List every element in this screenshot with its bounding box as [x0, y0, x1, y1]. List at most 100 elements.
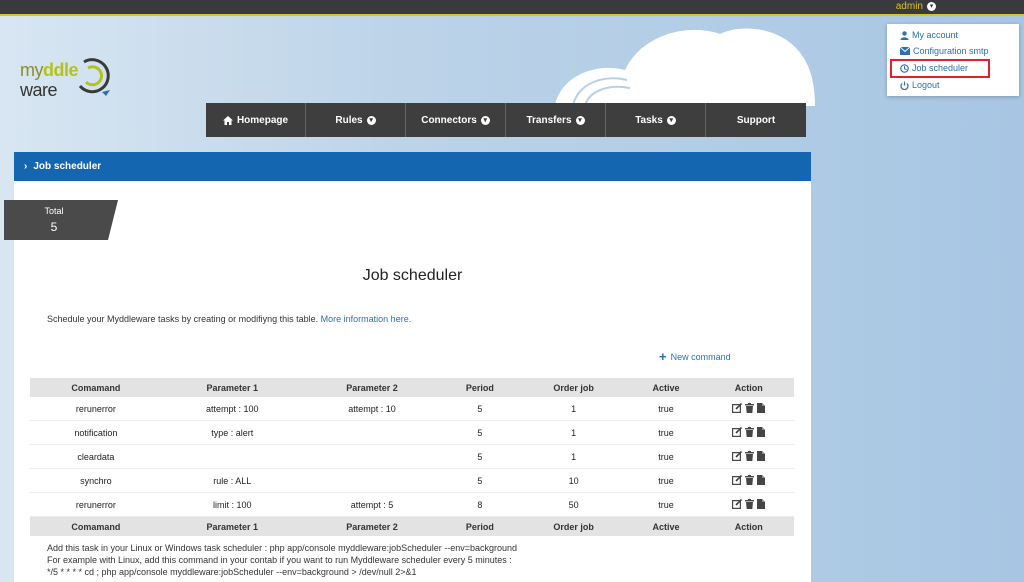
edit-icon[interactable]	[732, 498, 743, 509]
power-icon	[900, 81, 909, 90]
cell-parameter-2: attempt : 5	[302, 492, 442, 517]
cell-order-job: 1	[518, 420, 629, 445]
trash-icon[interactable]	[745, 450, 755, 461]
clock-icon	[900, 63, 909, 73]
cell-command: rerunerror	[30, 492, 162, 517]
nav-transfers[interactable]: Transfers ▾	[506, 103, 606, 137]
new-command-button[interactable]: + New command	[659, 349, 731, 364]
menu-item-label: Configuration smtp	[913, 46, 989, 56]
cell-command: cleardata	[30, 444, 162, 469]
breadcrumb: › Job scheduler	[14, 152, 811, 181]
table-row: synchro rule : ALL 5 10 true	[30, 468, 794, 493]
cell-active: true	[628, 444, 704, 469]
table-header-row: Comamand Parameter 1 Parameter 2 Period …	[30, 378, 794, 397]
edit-icon[interactable]	[732, 402, 743, 413]
admin-username: admin	[895, 1, 923, 12]
cell-parameter-2	[302, 420, 442, 445]
admin-menu-toggle[interactable]: admin ▾	[896, 1, 936, 12]
col-command: Comamand	[30, 516, 162, 536]
new-command-label: New command	[670, 352, 731, 362]
myddleware-logo[interactable]: myddle ware	[20, 52, 120, 108]
cell-parameter-1	[161, 444, 303, 469]
more-information-link[interactable]: More information here.	[321, 314, 412, 324]
nav-homepage-label: Homepage	[236, 114, 289, 126]
menu-item-logout[interactable]: Logout	[900, 78, 940, 92]
document-icon[interactable]	[757, 450, 766, 461]
cell-command: synchro	[30, 468, 162, 493]
col-period: Period	[441, 378, 519, 397]
table-row: cleardata 5 1 true	[30, 444, 794, 469]
nav-connectors[interactable]: Connectors ▾	[406, 103, 506, 137]
col-action: Action	[703, 378, 794, 397]
document-icon[interactable]	[757, 402, 766, 413]
cell-period: 5	[441, 397, 519, 421]
logo-text-top: myddle	[20, 60, 79, 80]
table-row: rerunerror attempt : 100 attempt : 10 5 1 tru…	[30, 397, 794, 421]
cell-period: 5	[441, 420, 519, 445]
cell-parameter-1: limit : 100	[161, 492, 303, 517]
col-action: Action	[703, 516, 794, 536]
menu-item-label: Logout	[912, 80, 940, 90]
cell-parameter-2	[302, 444, 442, 469]
nav-support[interactable]: Support	[706, 103, 806, 137]
menu-item-label: Job scheduler	[912, 63, 969, 73]
col-order-job: Order job	[518, 516, 629, 536]
cell-active: true	[628, 492, 704, 517]
total-label: Total	[44, 206, 64, 216]
cell-parameter-2: attempt : 10	[302, 397, 442, 421]
menu-item-my-account[interactable]: My account	[900, 28, 958, 42]
edit-icon[interactable]	[732, 474, 743, 485]
cell-parameter-2	[302, 468, 442, 493]
nav-homepage[interactable]: Homepage	[206, 103, 306, 137]
chevron-down-icon: ▾	[480, 115, 490, 125]
col-command: Comamand	[30, 378, 162, 397]
document-icon[interactable]	[757, 498, 766, 509]
cell-parameter-1: attempt : 100	[161, 397, 303, 421]
cell-active: true	[628, 420, 704, 445]
instructions-line-2: For example with Linux, add this command…	[47, 555, 512, 565]
home-icon	[222, 115, 233, 125]
menu-item-label: My account	[912, 30, 959, 40]
edit-icon[interactable]	[732, 450, 743, 461]
document-icon[interactable]	[757, 474, 766, 485]
chevron-down-icon: ▾	[575, 115, 585, 125]
edit-icon[interactable]	[732, 426, 743, 437]
cloud-decoration	[555, 28, 815, 106]
trash-icon[interactable]	[745, 402, 755, 413]
table-row: notification type : alert 5 1 true	[30, 420, 794, 445]
cell-order-job: 1	[518, 397, 629, 421]
nav-tasks[interactable]: Tasks ▾	[606, 103, 706, 137]
col-active: Active	[628, 516, 704, 536]
cell-parameter-1: rule : ALL	[161, 468, 303, 493]
scheduler-instructions: Add this task in your Linux or Windows t…	[47, 542, 517, 578]
nav-transfers-label: Transfers	[526, 114, 572, 126]
total-badge: Total 5	[4, 200, 118, 240]
trash-icon[interactable]	[745, 426, 755, 437]
description-text: Schedule your Myddleware tasks by creati…	[47, 314, 319, 324]
menu-item-job-scheduler[interactable]: Job scheduler	[900, 61, 968, 75]
cell-action	[703, 444, 794, 469]
table-footer-row: Comamand Parameter 1 Parameter 2 Period …	[30, 516, 794, 536]
cell-period: 8	[441, 492, 519, 517]
total-value: 5	[50, 220, 58, 234]
nav-connectors-label: Connectors	[421, 114, 477, 126]
nav-rules[interactable]: Rules ▾	[306, 103, 406, 137]
menu-item-configuration-smtp[interactable]: Configuration smtp	[900, 44, 989, 58]
cell-action	[703, 492, 794, 517]
plus-icon: +	[659, 349, 667, 364]
envelope-icon	[900, 47, 910, 55]
main-panel: › Job scheduler Total 5 Job scheduler Sc…	[4, 152, 811, 582]
top-bar: admin ▾	[0, 0, 1024, 16]
instructions-line-3: */5 * * * * cd ; php app/console myddlew…	[47, 567, 417, 577]
page-title: Job scheduler	[362, 267, 463, 284]
trash-icon[interactable]	[745, 474, 755, 485]
cell-period: 5	[441, 468, 519, 493]
trash-icon[interactable]	[745, 498, 755, 509]
user-dropdown-menu: My account Configuration smtp Job schedu…	[887, 24, 1019, 96]
page-description: Schedule your Myddleware tasks by creati…	[47, 314, 411, 324]
instructions-line-1: Add this task in your Linux or Windows t…	[47, 543, 518, 553]
job-scheduler-table: Comamand Parameter 1 Parameter 2 Period …	[30, 378, 794, 536]
logo-swirl-icon	[78, 58, 110, 96]
document-icon[interactable]	[757, 426, 766, 437]
nav-tasks-label: Tasks	[635, 114, 663, 126]
